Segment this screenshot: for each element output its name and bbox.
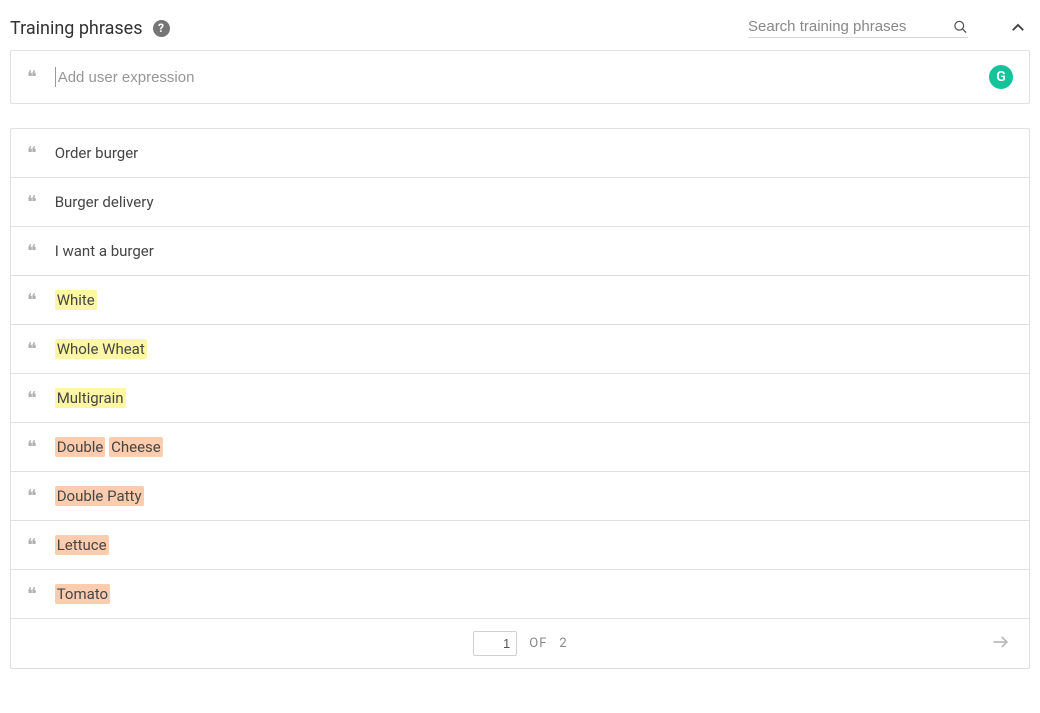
add-expression-card: ❝ G — [10, 50, 1030, 104]
quote-icon: ❝ — [27, 242, 37, 260]
quote-icon: ❝ — [27, 340, 37, 358]
quote-icon: ❝ — [27, 144, 37, 162]
quote-icon: ❝ — [27, 68, 37, 86]
chevron-up-icon — [1009, 19, 1027, 37]
training-phrase-row[interactable]: ❝ I want a burger — [11, 227, 1029, 276]
training-phrase-text: Whole Wheat — [55, 340, 147, 358]
phrase-segment: Burger delivery — [55, 193, 154, 211]
phrase-segment: I want a burger — [55, 242, 154, 260]
search-icon[interactable] — [953, 19, 968, 35]
training-phrase-row[interactable]: ❝ Tomato — [11, 570, 1029, 618]
entity-highlight: Multigrain — [55, 388, 126, 408]
page-number-input[interactable] — [473, 631, 517, 656]
entity-highlight: Double Patty — [55, 486, 144, 506]
pagination-total: 2 — [559, 636, 566, 651]
training-phrase-row[interactable]: ❝ Double Patty — [11, 472, 1029, 521]
training-phrase-text: Tomato — [55, 585, 110, 603]
training-phrase-text: Order burger — [55, 144, 139, 162]
training-phrase-row[interactable]: ❝ Double Cheese — [11, 423, 1029, 472]
training-phrase-text: Multigrain — [55, 389, 126, 407]
search-input[interactable] — [748, 18, 947, 35]
training-phrase-row[interactable]: ❝ Multigrain — [11, 374, 1029, 423]
section-title: Training phrases — [10, 18, 143, 39]
quote-icon: ❝ — [27, 438, 37, 456]
training-phrase-row[interactable]: ❝ Whole Wheat — [11, 325, 1029, 374]
entity-highlight: Double — [55, 437, 106, 457]
training-phrase-row[interactable]: ❝ White — [11, 276, 1029, 325]
entity-highlight: Whole Wheat — [55, 339, 147, 359]
quote-icon: ❝ — [27, 585, 37, 603]
add-expression-input[interactable] — [55, 67, 979, 87]
quote-icon: ❝ — [27, 291, 37, 309]
search-field[interactable] — [748, 18, 968, 38]
phrase-segment: Order burger — [55, 144, 139, 162]
entity-highlight: Lettuce — [55, 535, 109, 555]
entity-highlight: Cheese — [109, 437, 163, 457]
quote-icon: ❝ — [27, 389, 37, 407]
collapse-toggle[interactable] — [1006, 16, 1030, 40]
training-phrase-text: Burger delivery — [55, 193, 154, 211]
training-phrase-row[interactable]: ❝ Lettuce — [11, 521, 1029, 570]
quote-icon: ❝ — [27, 487, 37, 505]
training-phrase-text: Double Cheese — [55, 438, 163, 456]
pagination-of-label: OF — [529, 636, 547, 651]
quote-icon: ❝ — [27, 193, 37, 211]
entity-highlight: Tomato — [55, 584, 110, 604]
section-header: Training phrases ? — [10, 10, 1030, 50]
training-phrase-text: White — [55, 291, 97, 309]
pagination-bar: OF 2 — [11, 618, 1029, 668]
training-phrase-text: Double Patty — [55, 487, 144, 505]
training-phrase-row[interactable]: ❝ Order burger — [11, 129, 1029, 178]
training-phrase-text: I want a burger — [55, 242, 154, 260]
add-expression-row[interactable]: ❝ G — [11, 51, 1029, 103]
next-page-button[interactable] — [991, 632, 1011, 656]
training-phrase-text: Lettuce — [55, 536, 109, 554]
training-phrase-row[interactable]: ❝ Burger delivery — [11, 178, 1029, 227]
entity-highlight: White — [55, 290, 97, 310]
phrase-list: ❝ Order burger ❝ Burger delivery ❝ I want a b… — [10, 128, 1030, 669]
quote-icon: ❝ — [27, 536, 37, 554]
help-icon[interactable]: ? — [153, 20, 170, 37]
arrow-right-icon — [991, 632, 1011, 652]
grammarly-badge-icon[interactable]: G — [989, 65, 1013, 89]
